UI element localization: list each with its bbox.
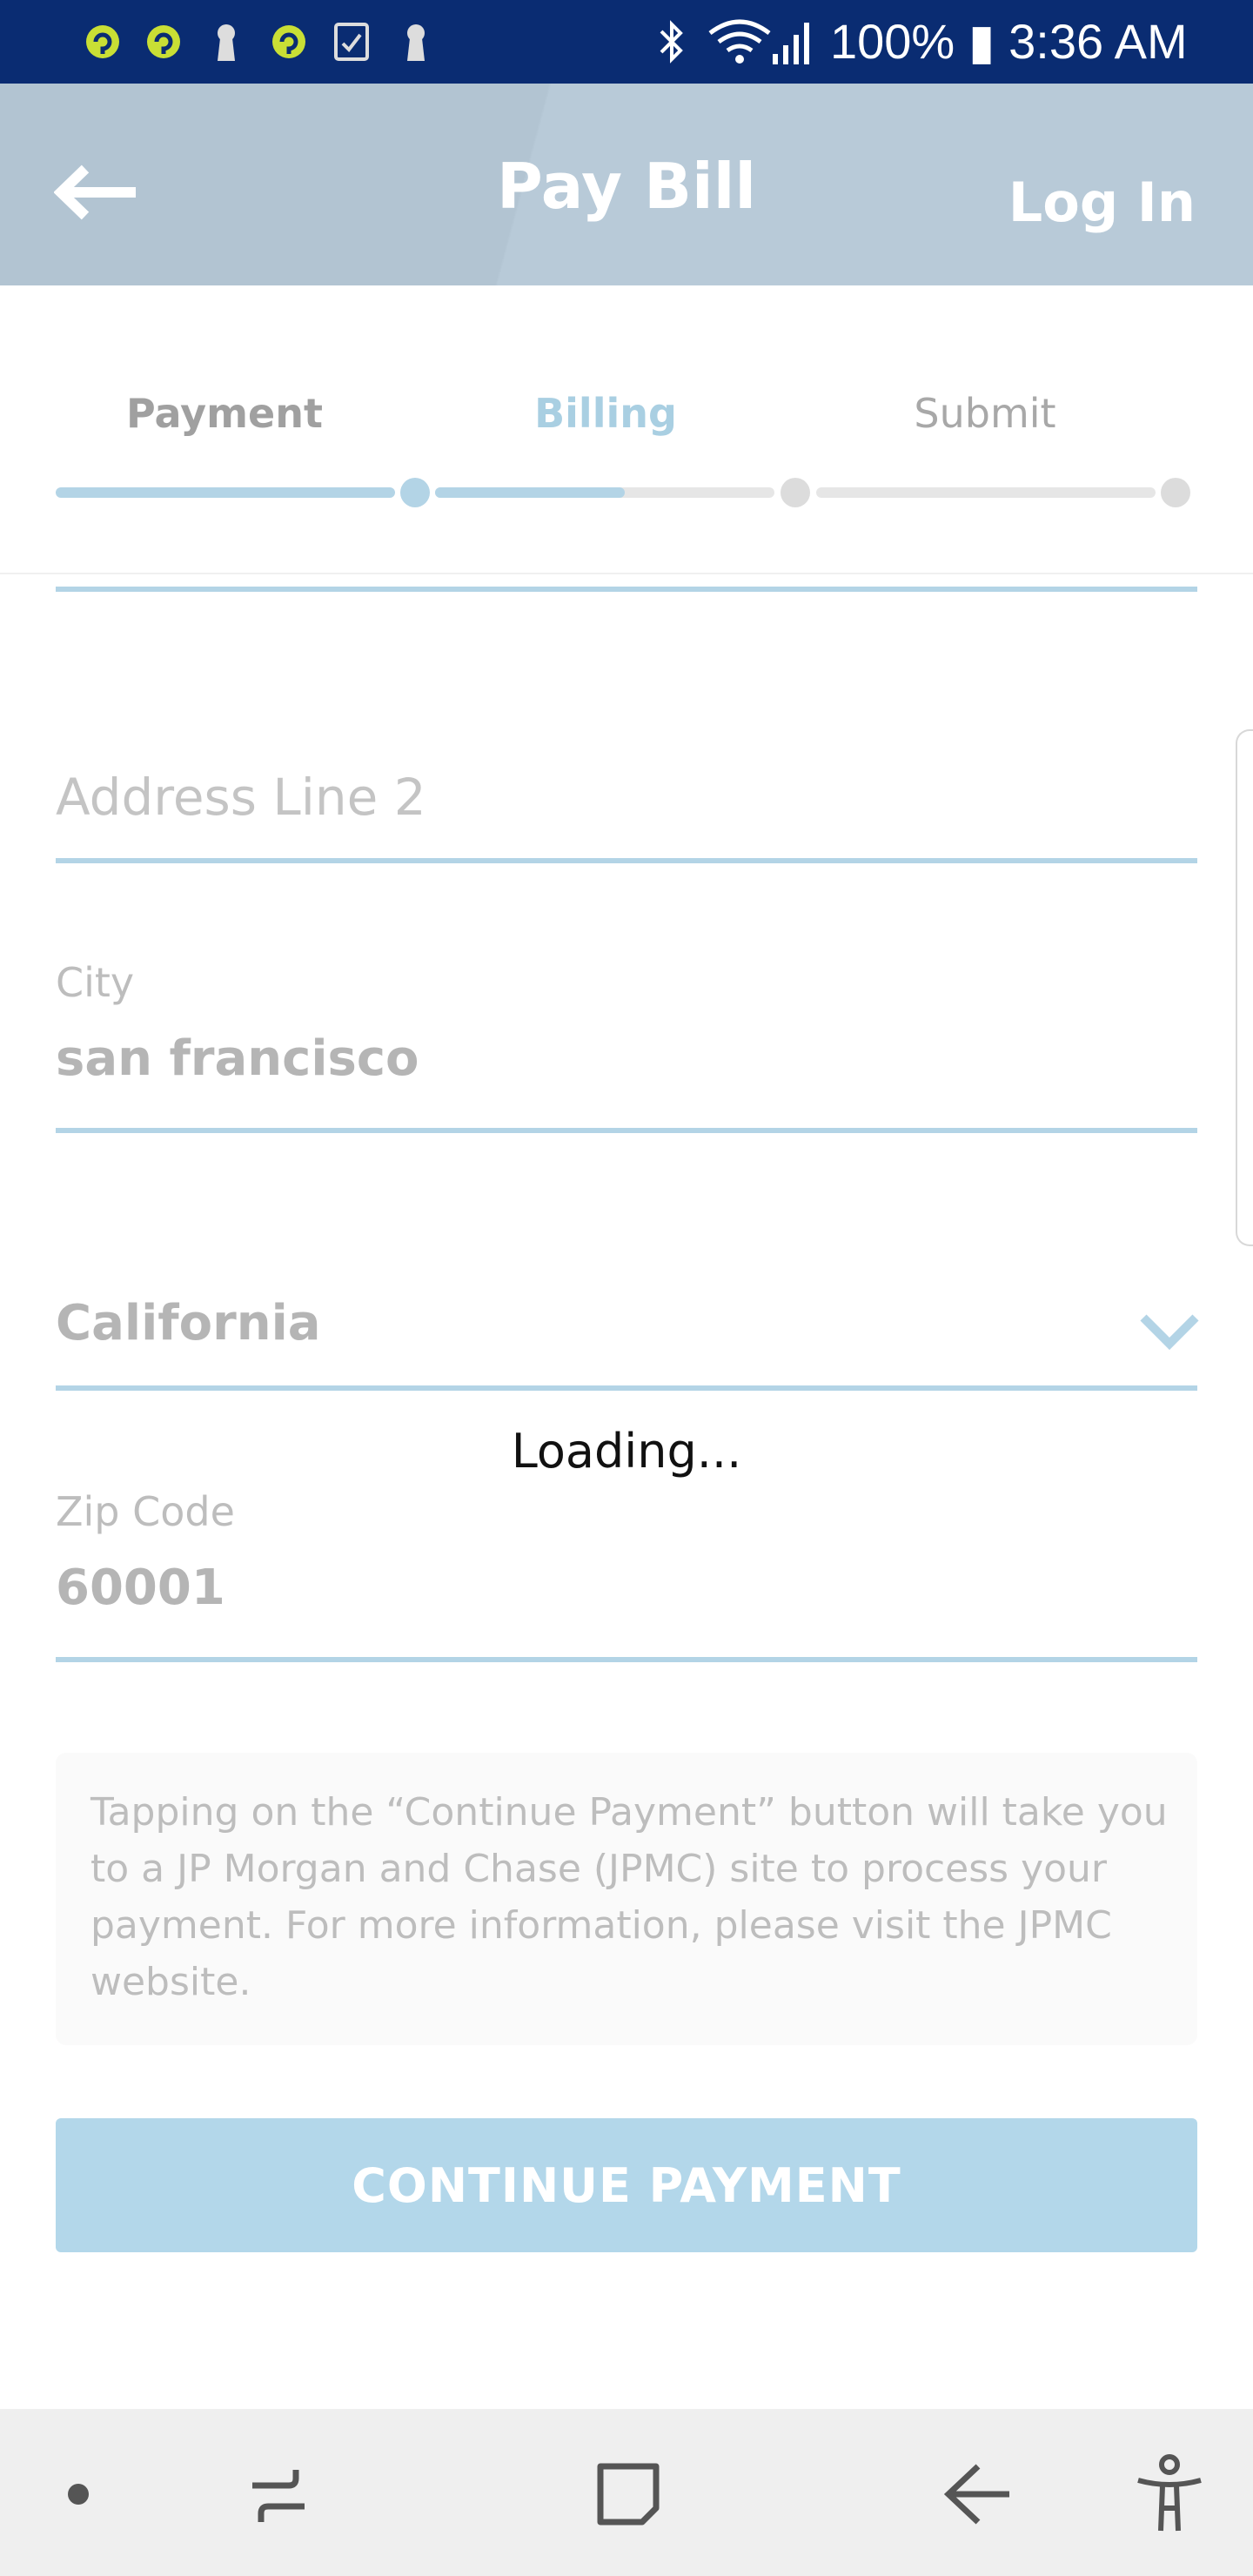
step-dot-done xyxy=(400,478,430,507)
arrow-left-icon[interactable] xyxy=(54,162,141,223)
continue-payment-label: CONTINUE PAYMENT xyxy=(352,2157,901,2213)
city-input[interactable]: san francisco xyxy=(56,1030,419,1087)
step-dot-current xyxy=(781,478,810,507)
loading-text: Loading... xyxy=(511,1424,742,1479)
app-header: Pay Bill Log In xyxy=(0,84,1253,285)
keyhole-icon xyxy=(218,24,235,61)
step-track-current-fill xyxy=(435,487,625,498)
step-track-upcoming xyxy=(816,487,1156,498)
signal-icon xyxy=(773,23,809,64)
bluetooth-icon xyxy=(660,20,683,64)
login-button[interactable]: Log In xyxy=(1008,171,1196,234)
accessibility-icon[interactable] xyxy=(1126,2451,1213,2538)
app-icon-green xyxy=(147,25,180,58)
address-line2-input[interactable]: Address Line 2 xyxy=(56,768,426,827)
recents-icon[interactable] xyxy=(235,2451,322,2538)
keyhole-icon xyxy=(407,24,425,61)
notice-text: Tapping on the “Continue Payment” button… xyxy=(90,1790,1168,2004)
state-underline xyxy=(56,1385,1197,1391)
page-title: Pay Bill xyxy=(496,150,757,223)
city-underline xyxy=(56,1128,1197,1133)
back-icon[interactable] xyxy=(935,2451,1022,2538)
city-label: City xyxy=(56,959,135,1006)
state-select[interactable]: California xyxy=(56,1295,321,1352)
address-line1-underline xyxy=(56,587,1197,592)
zip-label: Zip Code xyxy=(56,1488,235,1535)
step-payment[interactable]: Payment xyxy=(68,390,381,437)
app-icon-green xyxy=(272,25,305,58)
app-icon-green xyxy=(86,25,119,58)
task-check-icon xyxy=(334,23,369,61)
step-track-done xyxy=(56,487,395,498)
zip-input[interactable]: 60001 xyxy=(56,1560,225,1616)
status-text: 100% ▮ 3:36 AM xyxy=(830,14,1188,69)
dot-icon[interactable] xyxy=(35,2451,122,2538)
address-line2-underline xyxy=(56,858,1197,863)
zip-underline xyxy=(56,1657,1197,1662)
home-icon[interactable] xyxy=(585,2451,672,2538)
step-submit[interactable]: Submit xyxy=(828,390,1142,437)
progress-stepper: Payment Billing Submit xyxy=(0,285,1253,574)
wifi-icon xyxy=(708,19,771,64)
chevron-down-icon[interactable] xyxy=(1138,1311,1201,1351)
continue-payment-button[interactable]: CONTINUE PAYMENT xyxy=(56,2118,1197,2252)
navigation-bar xyxy=(0,2409,1253,2576)
step-billing[interactable]: Billing xyxy=(449,390,762,437)
info-notice: Tapping on the “Continue Payment” button… xyxy=(56,1753,1197,2045)
scrollbar-handle[interactable] xyxy=(1236,729,1253,1246)
status-bar: 100% ▮ 3:36 AM xyxy=(0,0,1253,84)
step-dot-upcoming xyxy=(1161,478,1190,507)
